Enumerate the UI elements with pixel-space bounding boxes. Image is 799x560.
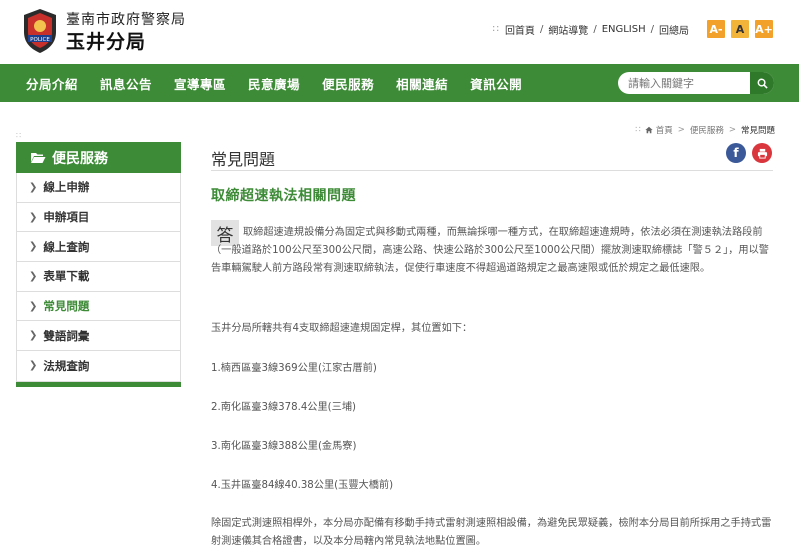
location-item: 4.玉井區臺84線40.38公里(玉豐大橋前)	[211, 480, 394, 491]
sidebar: 便民服務 ❯ 線上申辦 ❯ 申辦項目 ❯ 線上查詢 ❯ 表單下載 ❯ 常見問題 …	[16, 142, 181, 387]
question-title: 取締超速執法相關問題	[211, 188, 356, 204]
chevron-right-icon: ❯	[29, 270, 38, 282]
sidebar-item-form-download[interactable]: ❯ 表單下載	[17, 262, 180, 292]
chevron-right-icon: ❯	[29, 360, 38, 372]
title-divider	[211, 170, 773, 171]
site-logo-text[interactable]: 臺南市政府警察局 玉井分局	[66, 12, 186, 54]
sidebar-item-label: 申辦項目	[43, 210, 90, 225]
chevron-right-icon: ❯	[29, 241, 38, 253]
print-button[interactable]	[752, 143, 772, 163]
sidebar-item-label: 常見問題	[43, 299, 90, 314]
chevron-right-icon: ❯	[29, 330, 38, 342]
sidebar-title-label: 便民服務	[52, 150, 108, 167]
sidebar-item-label: 雙語詞彙	[43, 328, 90, 343]
toplink-sitemap[interactable]: 網站導覽	[548, 22, 588, 37]
sidebar-item-label: 線上查詢	[43, 239, 90, 254]
dots-icon: ∷	[635, 125, 641, 135]
toplink-home[interactable]: 回首頁	[505, 22, 535, 37]
logo-badge-text: POLICE	[30, 37, 50, 43]
nav-item-about[interactable]: 分局介紹	[26, 74, 78, 93]
nav-item-links[interactable]: 相關連結	[396, 74, 448, 93]
sidebar-item-label: 法規查詢	[43, 358, 90, 373]
answer-paragraph: 除固定式測速照相桿外，本分局亦配備有移動手持式雷射測速照相設備，為避免民眾疑義，…	[211, 518, 772, 547]
nav-item-news[interactable]: 訊息公告	[100, 74, 152, 93]
font-medium-button[interactable]: A	[731, 20, 749, 38]
sidebar-item-faq[interactable]: ❯ 常見問題	[17, 292, 180, 322]
sidebar-bottom-bar	[16, 381, 181, 387]
sidebar-list: ❯ 線上申辦 ❯ 申辦項目 ❯ 線上查詢 ❯ 表單下載 ❯ 常見問題 ❯ 雙語詞…	[16, 173, 181, 382]
answer-paragraph: 取締超速違規設備分為固定式與移動式兩種，而無論採哪一種方式，在取締超速違規時，依…	[211, 227, 769, 274]
dots-icon: ∷	[492, 23, 499, 35]
breadcrumb-current: 常見問題	[740, 126, 775, 136]
search-button[interactable]	[750, 72, 774, 94]
facebook-icon: f	[733, 146, 739, 160]
answer-paragraph: 玉井分局所轄共有4支取締超速違規固定桿，其位置如下：	[211, 323, 473, 334]
search-box	[618, 72, 774, 94]
nav-item-public-opinion[interactable]: 民意廣場	[248, 74, 300, 93]
sidebar-item-online-query[interactable]: ❯ 線上查詢	[17, 232, 180, 263]
nav-item-info[interactable]: 資訊公開	[470, 74, 522, 93]
chevron-right-icon: ❯	[29, 211, 38, 223]
sidebar-item-regulations[interactable]: ❯ 法規查詢	[17, 351, 180, 381]
sidebar-title: 便民服務	[16, 142, 181, 173]
chevron-right-icon: ❯	[29, 300, 38, 312]
nav-item-services[interactable]: 便民服務	[322, 74, 374, 93]
breadcrumb: ∷ 首頁 > 便民服務 > 常見問題	[635, 124, 775, 136]
police-badge-logo[interactable]: POLICE	[22, 8, 58, 54]
breadcrumb-services[interactable]: 便民服務	[690, 124, 724, 136]
page-title: 常見問題	[211, 150, 276, 169]
org-name-line2: 玉井分局	[66, 31, 147, 53]
font-small-button[interactable]: A-	[707, 20, 725, 38]
sidebar-item-label: 表單下載	[43, 269, 90, 284]
location-item: 2.南化區臺3線378.4公里(三埔)	[211, 402, 357, 413]
font-large-button[interactable]: A+	[755, 20, 773, 38]
search-icon	[757, 78, 768, 89]
sidebar-dots-icon: ∷	[16, 131, 21, 140]
font-size-controls: A- A A+	[701, 20, 773, 38]
site-header: POLICE 臺南市政府警察局 玉井分局 ∷ 回首頁 / 網站導覽 / ENGL…	[0, 0, 799, 64]
chevron-right-icon: ❯	[29, 181, 38, 193]
nav-item-promotion[interactable]: 宣導專區	[174, 74, 226, 93]
location-item: 3.南化區臺3線388公里(金馬寮)	[211, 441, 357, 452]
sidebar-item-apply-items[interactable]: ❯ 申辦項目	[17, 203, 180, 233]
home-icon	[645, 126, 653, 134]
org-name-line1: 臺南市政府警察局	[66, 12, 186, 28]
search-input[interactable]	[628, 74, 746, 92]
folder-open-icon	[31, 153, 46, 163]
sidebar-item-bilingual-glossary[interactable]: ❯ 雙語詞彙	[17, 321, 180, 352]
facebook-share-button[interactable]: f	[726, 143, 746, 163]
location-item: 1.楠西區臺3線369公里(江家古厝前)	[211, 363, 377, 374]
breadcrumb-home[interactable]: 首頁	[656, 124, 673, 136]
toplink-hq[interactable]: 回總局	[659, 22, 689, 37]
sidebar-item-online-apply[interactable]: ❯ 線上申辦	[17, 173, 180, 203]
toplink-english[interactable]: ENGLISH	[602, 24, 646, 35]
top-links: ∷ 回首頁 / 網站導覽 / ENGLISH / 回總局 A- A A+	[493, 20, 773, 38]
main-nav: 分局介紹 訊息公告 宣導專區 民意廣場 便民服務 相關連結 資訊公開	[0, 64, 799, 102]
print-icon	[757, 148, 767, 159]
sidebar-item-label: 線上申辦	[43, 180, 90, 195]
